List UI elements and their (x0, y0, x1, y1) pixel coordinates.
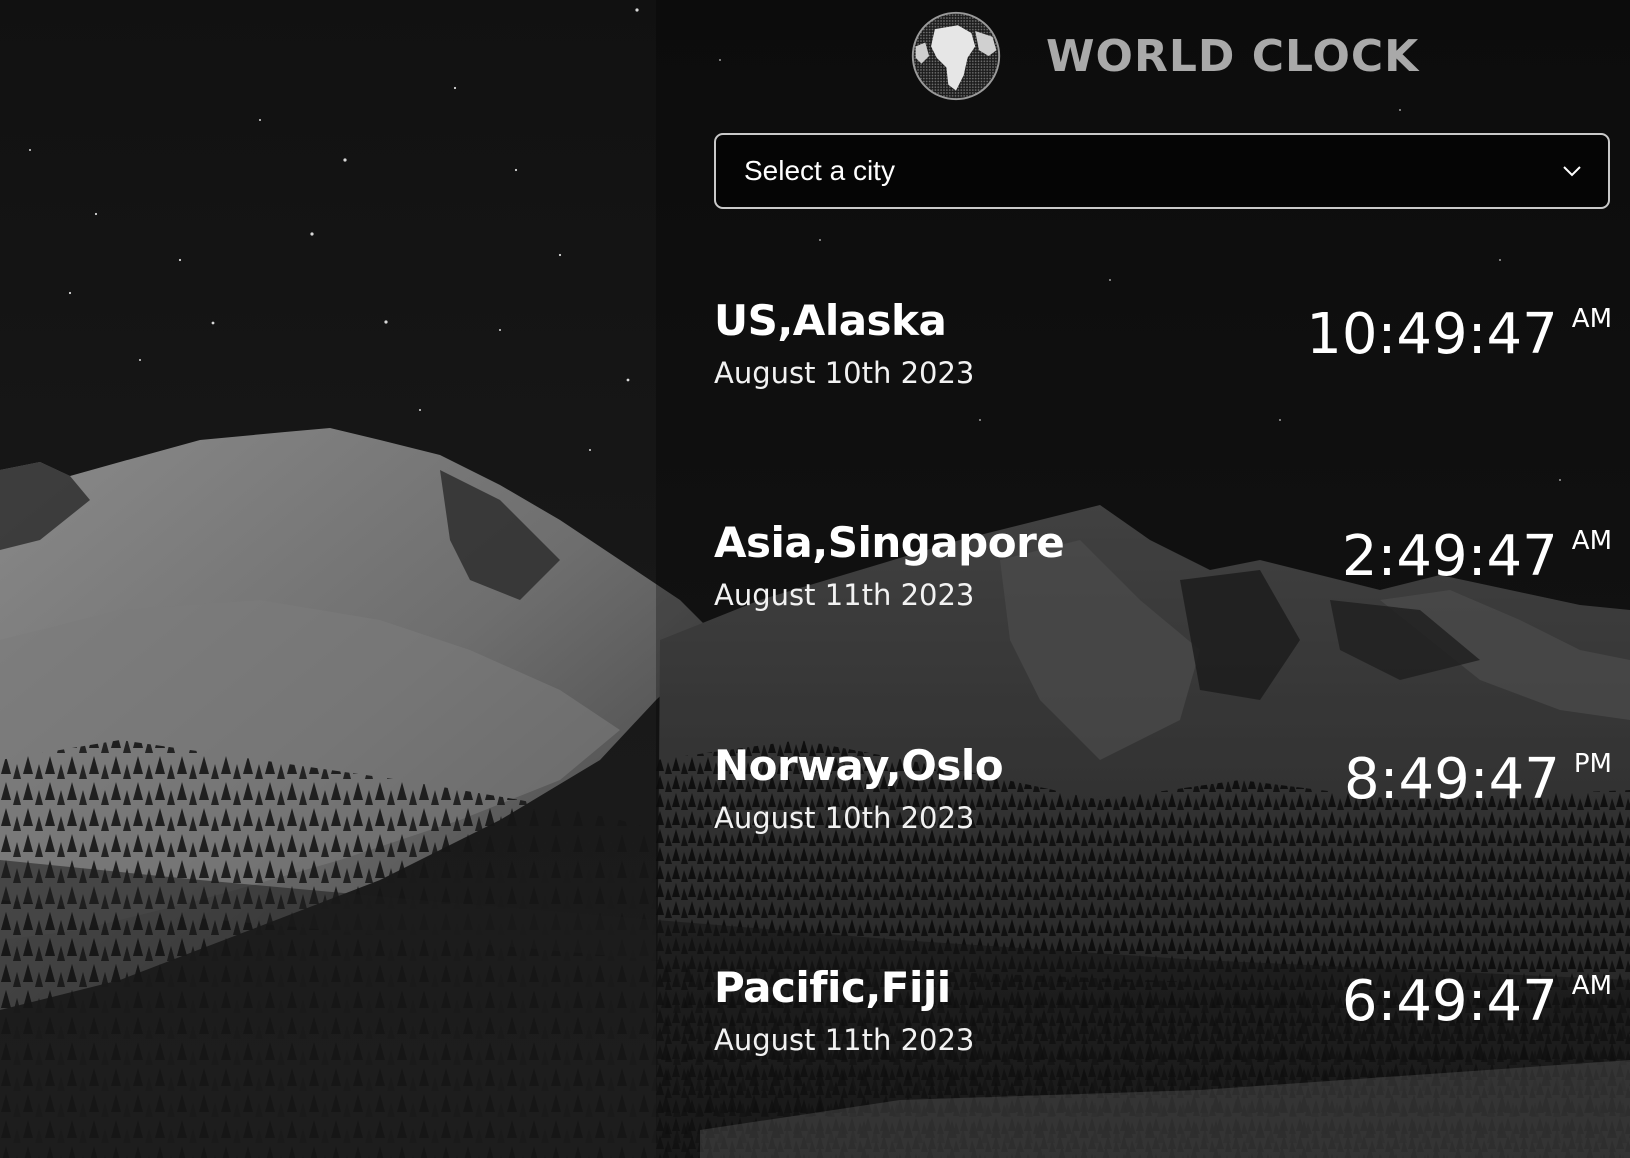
ampm-label: AM (1571, 971, 1612, 1001)
app-header: WORLD CLOCK (908, 8, 1419, 104)
ampm-label: PM (1573, 749, 1612, 779)
city-row-asia-singapore: Asia,Singapore August 11th 2023 2:49:47 … (714, 518, 1612, 648)
city-time: 6:49:47 AM (1342, 971, 1612, 1033)
city-name: Pacific,Fiji (714, 963, 951, 1012)
city-date: August 10th 2023 (714, 801, 975, 835)
city-select-dropdown[interactable]: Select a city (714, 133, 1610, 209)
time-value: 10:49:47 (1306, 302, 1558, 367)
chevron-down-icon (1563, 166, 1581, 177)
city-row-us-alaska: US,Alaska August 10th 2023 10:49:47 AM (714, 296, 1612, 426)
globe-icon (911, 11, 1001, 101)
time-value: 6:49:47 (1341, 969, 1558, 1034)
city-time: 10:49:47 AM (1306, 304, 1612, 366)
app-title: WORLD CLOCK (1046, 30, 1420, 82)
city-name: Norway,Oslo (714, 741, 1004, 790)
ampm-label: AM (1571, 526, 1612, 556)
city-time: 2:49:47 AM (1342, 526, 1612, 588)
time-value: 2:49:47 (1341, 524, 1558, 589)
city-date: August 11th 2023 (714, 578, 975, 612)
city-name: US,Alaska (714, 296, 947, 345)
city-row-norway-oslo: Norway,Oslo August 10th 2023 8:49:47 PM (714, 741, 1612, 871)
time-value: 8:49:47 (1343, 747, 1560, 812)
city-row-pacific-fiji: Pacific,Fiji August 11th 2023 6:49:47 AM (714, 963, 1612, 1093)
city-select-value: Select a city (744, 155, 895, 186)
ampm-label: AM (1571, 304, 1612, 334)
city-name: Asia,Singapore (714, 518, 1065, 567)
city-date: August 10th 2023 (714, 356, 975, 390)
city-time: 8:49:47 PM (1344, 749, 1612, 811)
city-date: August 11th 2023 (714, 1023, 975, 1057)
